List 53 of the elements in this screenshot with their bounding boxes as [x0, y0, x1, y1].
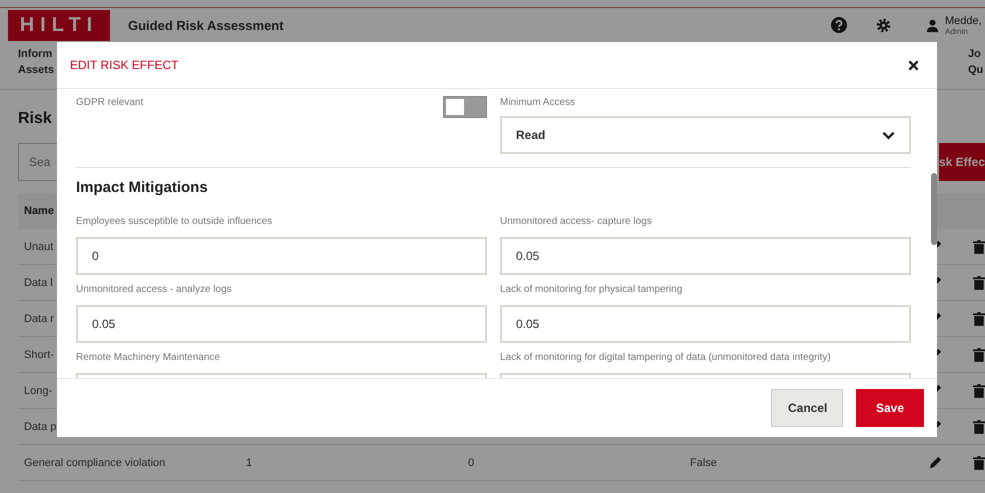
field-label: Lack of monitoring for physical tampering: [500, 283, 684, 297]
user-icon[interactable]: [925, 18, 940, 32]
delete-icon[interactable]: [973, 454, 985, 470]
table-cell: Data l: [24, 276, 53, 288]
edit-icon[interactable]: [928, 455, 943, 470]
settings-icon[interactable]: [876, 18, 891, 32]
scrollbar[interactable]: [931, 173, 937, 245]
field-label: Lack of monitoring for digital tampering of data (unmonitored data integrity): [500, 351, 832, 365]
help-icon[interactable]: [831, 17, 847, 33]
table-cell-text: General compliance violation: [24, 456, 166, 468]
field-label: Employees susceptible to outside influences: [76, 215, 274, 229]
delete-icon[interactable]: [973, 346, 985, 362]
page-heading: Risk: [18, 110, 53, 129]
field-label: Unmonitored access - analyze logs: [76, 283, 233, 297]
nav-link[interactable]: Qu: [968, 64, 985, 76]
field-label: Remote Machinery Maintenance: [76, 351, 221, 365]
input-field[interactable]: 0: [76, 237, 487, 275]
delete-icon[interactable]: [973, 274, 985, 290]
delete-icon[interactable]: [973, 310, 985, 326]
table-cell-text: 0: [468, 456, 476, 468]
logo[interactable]: HILTI: [8, 10, 110, 40]
section-heading: Impact Mitigations: [76, 178, 209, 198]
user-role: Admin: [945, 26, 969, 36]
add-button[interactable]: sk Effec: [939, 143, 985, 181]
input-field[interactable]: 0.05: [76, 305, 487, 343]
nav-link[interactable]: Inform: [18, 48, 54, 60]
app-title: Guided Risk Assessment: [128, 18, 284, 32]
table-cell: Long-: [24, 384, 52, 396]
field-label: GDPR relevant: [76, 96, 144, 110]
field-label: Minimum Access: [500, 96, 576, 110]
access-dropdown[interactable]: Read: [500, 116, 911, 154]
table-cell: Unaut: [24, 240, 54, 252]
table-cell: Data r: [24, 312, 54, 324]
field-label: Unmonitored access- capture logs: [500, 215, 653, 229]
user-name: Medde,: [945, 14, 983, 26]
input-field[interactable]: 0.05: [500, 305, 911, 343]
toggle-switch[interactable]: [443, 96, 487, 118]
chevron-down-icon[interactable]: [882, 130, 895, 140]
table-cell-text: False: [690, 456, 718, 468]
delete-icon[interactable]: [973, 382, 985, 398]
delete-icon[interactable]: [973, 418, 985, 434]
nav-link[interactable]: Jo: [968, 48, 985, 60]
close-icon[interactable]: [908, 60, 919, 70]
column-header[interactable]: Name: [24, 205, 54, 217]
table-cell: Short-: [24, 348, 54, 360]
table-cell: Data p: [24, 420, 56, 432]
save-button[interactable]: Save: [856, 389, 924, 427]
table-cell-text: 1: [246, 456, 254, 468]
input-field[interactable]: 0.05: [500, 237, 911, 275]
delete-icon[interactable]: [973, 238, 985, 254]
nav-link[interactable]: Assets: [18, 64, 54, 76]
dialog-title: EDIT RISK EFFECT: [70, 58, 178, 72]
cancel-button[interactable]: Cancel: [771, 389, 843, 427]
